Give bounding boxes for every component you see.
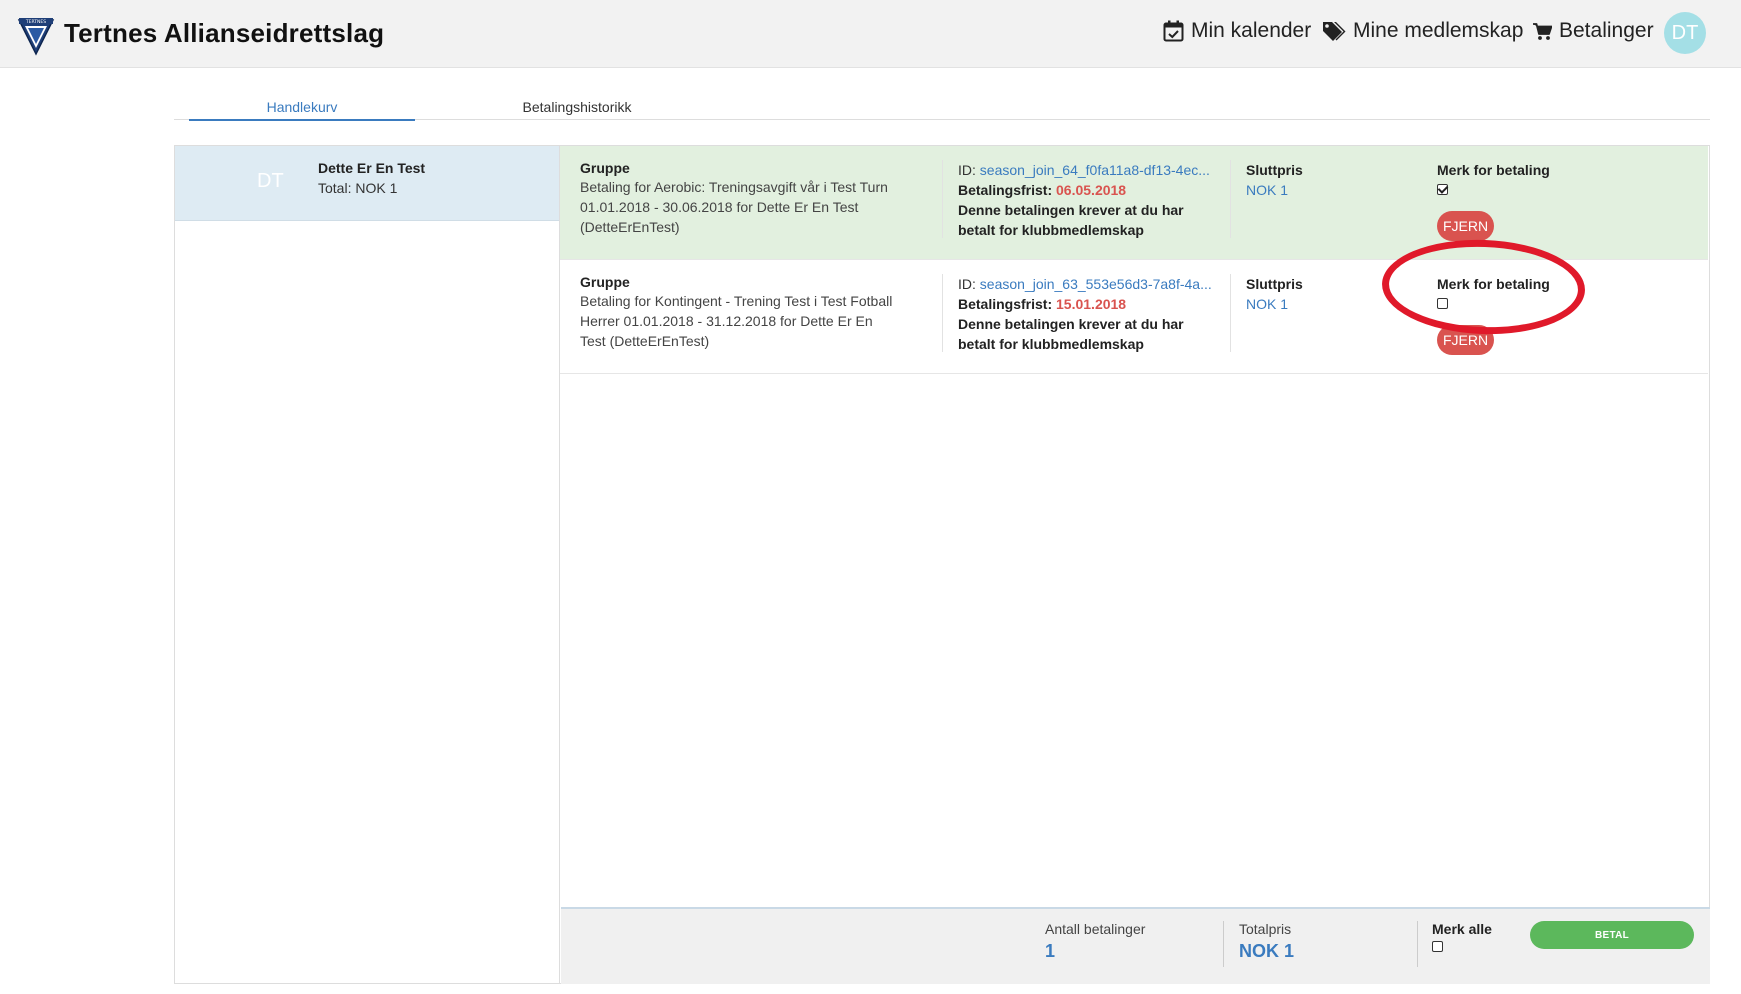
tab-betalingshistorikk[interactable]: Betalingshistorikk: [484, 99, 670, 115]
cart-icon: [1533, 22, 1552, 40]
payment-count-value: 1: [1045, 941, 1056, 961]
payment-row: Gruppe Betaling for Aerobic: Treningsavg…: [560, 146, 1708, 260]
price-cell: Sluttpris NOK 1: [1246, 160, 1303, 200]
brand-title[interactable]: Tertnes Allianseidrettslag: [64, 18, 384, 49]
group-label: Gruppe: [580, 274, 630, 290]
id-prefix: ID:: [958, 276, 980, 292]
payment-id-link[interactable]: season_join_63_553e56d3-7a8f-4a...: [980, 276, 1212, 292]
member-name: Dette Er En Test: [318, 160, 426, 176]
deadline-label: Betalingsfrist:: [958, 296, 1057, 312]
top-header: TERTNES Tertnes Allianseidrettslag Min k…: [0, 0, 1741, 68]
total-price-label: Totalpris: [1239, 921, 1292, 937]
price-label: Sluttpris: [1246, 276, 1303, 292]
mark-all-block: Merk alle: [1432, 921, 1492, 957]
payment-id-cell: ID: season_join_64_f0fa11a8-df13-4ec... …: [958, 160, 1223, 240]
mark-checkbox[interactable]: [1437, 298, 1448, 309]
checkout-footer: Antall betalinger 1 Totalpris NOK 1 Merk…: [561, 907, 1710, 984]
mark-all-label: Merk alle: [1432, 921, 1492, 937]
payment-description-cell: Gruppe Betaling for Aerobic: Treningsavg…: [580, 160, 900, 237]
price-label: Sluttpris: [1246, 162, 1303, 178]
tab-handlekurv[interactable]: Handlekurv: [189, 99, 415, 121]
price-value: NOK 1: [1246, 296, 1289, 312]
id-prefix: ID:: [958, 162, 980, 178]
member-initials: DT: [257, 170, 284, 192]
column-divider: [942, 274, 943, 352]
footer-divider: [1223, 921, 1224, 967]
price-value: NOK 1: [1246, 182, 1289, 198]
nav-mine-medlemskap[interactable]: Mine medlemskap: [1322, 19, 1523, 43]
mark-cell: Merk for betaling: [1437, 160, 1550, 200]
club-logo-icon[interactable]: TERTNES: [17, 16, 55, 56]
mark-label: Merk for betaling: [1437, 162, 1550, 178]
nav-label: Betalinger: [1559, 19, 1654, 42]
total-price-block: Totalpris NOK 1: [1239, 921, 1294, 962]
tags-icon: [1323, 22, 1346, 41]
remove-button[interactable]: FJERN: [1437, 325, 1494, 355]
payment-description-cell: Gruppe Betaling for Kontingent - Trening…: [580, 274, 900, 351]
total-price-value: NOK 1: [1239, 941, 1295, 961]
nav-betalinger[interactable]: Betalinger: [1533, 19, 1654, 43]
column-divider: [942, 160, 943, 238]
member-card[interactable]: DT Dette Er En Test Total: NOK 1: [175, 146, 559, 221]
mark-checkbox[interactable]: [1437, 184, 1448, 195]
member-total: Total: NOK 1: [318, 180, 398, 196]
column-divider: [1230, 274, 1231, 352]
deadline-date: 15.01.2018: [1056, 296, 1127, 312]
group-label: Gruppe: [580, 160, 630, 176]
column-divider: [1230, 160, 1231, 238]
payment-row: Gruppe Betaling for Kontingent - Trening…: [560, 260, 1708, 374]
remove-button[interactable]: FJERN: [1437, 211, 1494, 241]
pay-button[interactable]: BETAL: [1530, 921, 1694, 949]
payments-panel: Gruppe Betaling for Aerobic: Treningsavg…: [560, 145, 1710, 984]
user-avatar[interactable]: DT: [1664, 12, 1706, 54]
calendar-check-icon: [1163, 20, 1184, 42]
membership-note: Denne betalingen krever at du har betalt…: [958, 202, 1184, 238]
footer-divider: [1417, 921, 1418, 967]
mark-all-checkbox[interactable]: [1432, 941, 1443, 952]
price-cell: Sluttpris NOK 1: [1246, 274, 1303, 314]
payment-description: Betaling for Kontingent - Trening Test i…: [580, 293, 893, 349]
deadline-label: Betalingsfrist:: [958, 182, 1057, 198]
payment-description: Betaling for Aerobic: Treningsavgift vår…: [580, 179, 888, 235]
payment-count-label: Antall betalinger: [1045, 921, 1146, 937]
payment-id-link[interactable]: season_join_64_f0fa11a8-df13-4ec...: [980, 162, 1210, 178]
nav-label: Min kalender: [1191, 19, 1312, 42]
nav-label: Mine medlemskap: [1353, 19, 1524, 42]
mark-label: Merk for betaling: [1437, 276, 1550, 292]
logo-text: TERTNES: [25, 19, 46, 25]
mark-cell: Merk for betaling: [1437, 274, 1550, 314]
nav-min-kalender[interactable]: Min kalender: [1163, 19, 1311, 43]
tab-bar: Handlekurv Betalingshistorikk: [174, 90, 1710, 121]
payment-count-block: Antall betalinger 1: [1045, 921, 1145, 962]
membership-note: Denne betalingen krever at du har betalt…: [958, 316, 1184, 352]
member-list-panel: DT Dette Er En Test Total: NOK 1: [174, 145, 560, 984]
payment-id-cell: ID: season_join_63_553e56d3-7a8f-4a... B…: [958, 274, 1223, 354]
deadline-date: 06.05.2018: [1056, 182, 1127, 198]
